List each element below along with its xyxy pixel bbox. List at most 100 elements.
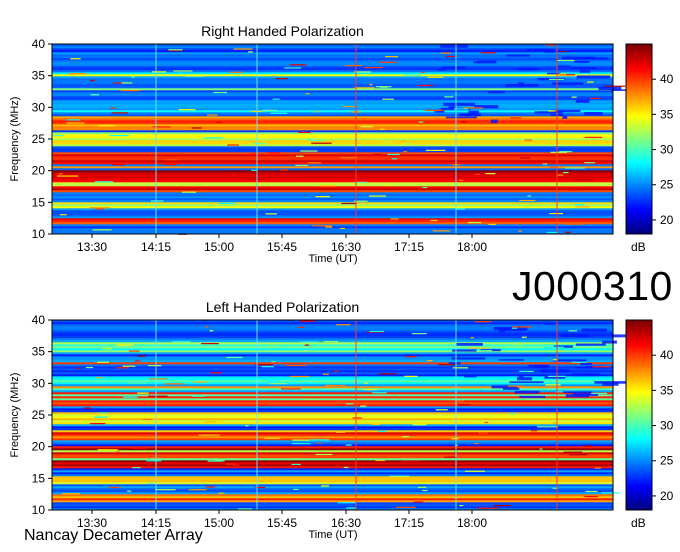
- spectrogram-speck: [267, 380, 280, 382]
- spectrogram-speck: [262, 109, 278, 111]
- spectrogram-speck: [582, 445, 592, 447]
- colorbar-tick-label: 40: [660, 72, 674, 86]
- spectrogram-row: [52, 124, 613, 127]
- spectrogram-row: [52, 166, 613, 169]
- spectrogram-speck: [229, 71, 243, 73]
- colorbar: 20 25 30 35 40 dB: [625, 43, 674, 254]
- y-tick-label: 30: [32, 100, 46, 114]
- y-tick-label: 35: [32, 69, 46, 83]
- x-tick-label: 18:00: [457, 240, 487, 254]
- spectrogram-speck: [253, 142, 266, 145]
- spectrogram-speck: [89, 207, 110, 209]
- y-tick-label: 10: [32, 227, 46, 241]
- spectrogram-speck: [250, 153, 256, 155]
- spectrogram-row: [52, 474, 613, 477]
- spectrogram-row: [52, 504, 613, 507]
- spectrogram-row: [52, 186, 613, 189]
- spectrogram-row: [52, 202, 613, 205]
- spectrogram-row: [52, 498, 613, 501]
- spectrogram-speck: [120, 89, 141, 92]
- spectrogram-speck: [552, 422, 556, 424]
- spectrogram-speck: [207, 460, 223, 462]
- spectrogram-speck: [295, 155, 304, 157]
- spectrogram-speck: [275, 77, 288, 80]
- spectrogram-speck: [115, 344, 134, 346]
- spectrogram-speck: [316, 442, 322, 444]
- spectrogram-speck: [405, 142, 410, 144]
- spectrogram-speck: [188, 489, 207, 491]
- spectrogram-row: [52, 208, 613, 211]
- spectrogram-speck: [137, 435, 156, 437]
- spectrogram-speck: [53, 498, 75, 500]
- spectrogram-speck: [314, 111, 319, 113]
- spectrogram-speck: [352, 417, 362, 419]
- spectrogram-speck: [98, 125, 116, 127]
- x-axis-label: Time (UT): [308, 253, 357, 265]
- spectrogram-speck: [403, 74, 421, 76]
- spectrogram-speck: [110, 107, 116, 109]
- spectrogram-row: [52, 150, 613, 153]
- spectrogram-speck: [474, 321, 492, 323]
- spectrogram-speck: [123, 396, 138, 398]
- spectrogram-speck: [594, 381, 629, 384]
- spectrogram-speck: [369, 195, 387, 197]
- y-axis-label: Frequency (MHz): [9, 373, 21, 458]
- spectrogram-speck: [455, 343, 483, 346]
- spectrogram-speck: [390, 218, 399, 220]
- spectrogram-row: [52, 96, 613, 99]
- spectrogram-speck: [457, 400, 464, 402]
- spectrogram-speck: [519, 199, 536, 202]
- chart-title: Left Handed Polarization: [206, 299, 359, 315]
- spectrogram-row: [52, 426, 613, 429]
- spectrogram-speck: [182, 191, 197, 193]
- colorbar-tick-label: 20: [660, 489, 674, 503]
- spectrogram-speck: [309, 439, 330, 441]
- spectrogram-row: [52, 152, 613, 155]
- spectrogram-row: [52, 412, 613, 415]
- spectrogram-speck: [451, 421, 471, 423]
- x-axis-label: Time (UT): [308, 529, 357, 541]
- spectrogram-speck: [549, 166, 557, 168]
- spectrogram-row: [52, 174, 613, 177]
- footer-label: Nancay Decameter Array: [24, 527, 203, 544]
- spectrogram-row: [52, 120, 613, 123]
- spectrogram-speck: [128, 382, 147, 384]
- spectrogram-speck: [207, 114, 218, 116]
- spectrogram-speck: [594, 467, 602, 469]
- spectrogram-speck: [571, 67, 597, 69]
- spectrogram-speck: [245, 425, 249, 427]
- spectrogram-speck: [115, 451, 120, 453]
- spectrogram-speck: [565, 231, 571, 233]
- spectrogram-speck: [89, 422, 106, 425]
- spectrogram-row: [52, 442, 613, 445]
- spectrogram-speck: [574, 204, 584, 206]
- spectrogram-row: [52, 178, 613, 181]
- spectrogram-row: [52, 410, 613, 413]
- spectrogram-speck: [592, 366, 611, 368]
- spectrogram-row: [52, 222, 613, 225]
- spectrogram-speck: [453, 332, 461, 335]
- spectrogram-row: [52, 468, 613, 471]
- spectrogram-speck: [305, 93, 310, 95]
- y-tick-label: 10: [32, 503, 46, 517]
- spectrogram-panel: Left Handed Polarization 10 15 20 25 30 35 40 Fr…: [9, 299, 674, 541]
- spectrogram-speck: [304, 398, 317, 401]
- spectrogram-speck: [430, 219, 438, 222]
- spectrogram-row: [52, 46, 613, 49]
- spectrogram-row: [52, 170, 613, 173]
- spectrogram-speck: [340, 157, 358, 159]
- spectrogram-row: [52, 146, 613, 149]
- spectrogram-row: [52, 352, 613, 355]
- spectrogram-speck: [225, 463, 235, 465]
- spectrogram-speck: [580, 362, 592, 365]
- spectrogram-speck: [432, 230, 451, 232]
- spectrogram-speck: [261, 366, 274, 368]
- spectrogram-speck: [451, 357, 486, 360]
- spectrogram-row: [52, 62, 613, 65]
- spectrogram-speck: [325, 226, 333, 228]
- spectrogram-speck: [237, 508, 252, 510]
- spectrogram-row: [52, 398, 613, 401]
- spectrogram-speck: [590, 97, 601, 99]
- spectrogram-speck: [568, 330, 577, 332]
- spectrogram-speck: [192, 395, 205, 397]
